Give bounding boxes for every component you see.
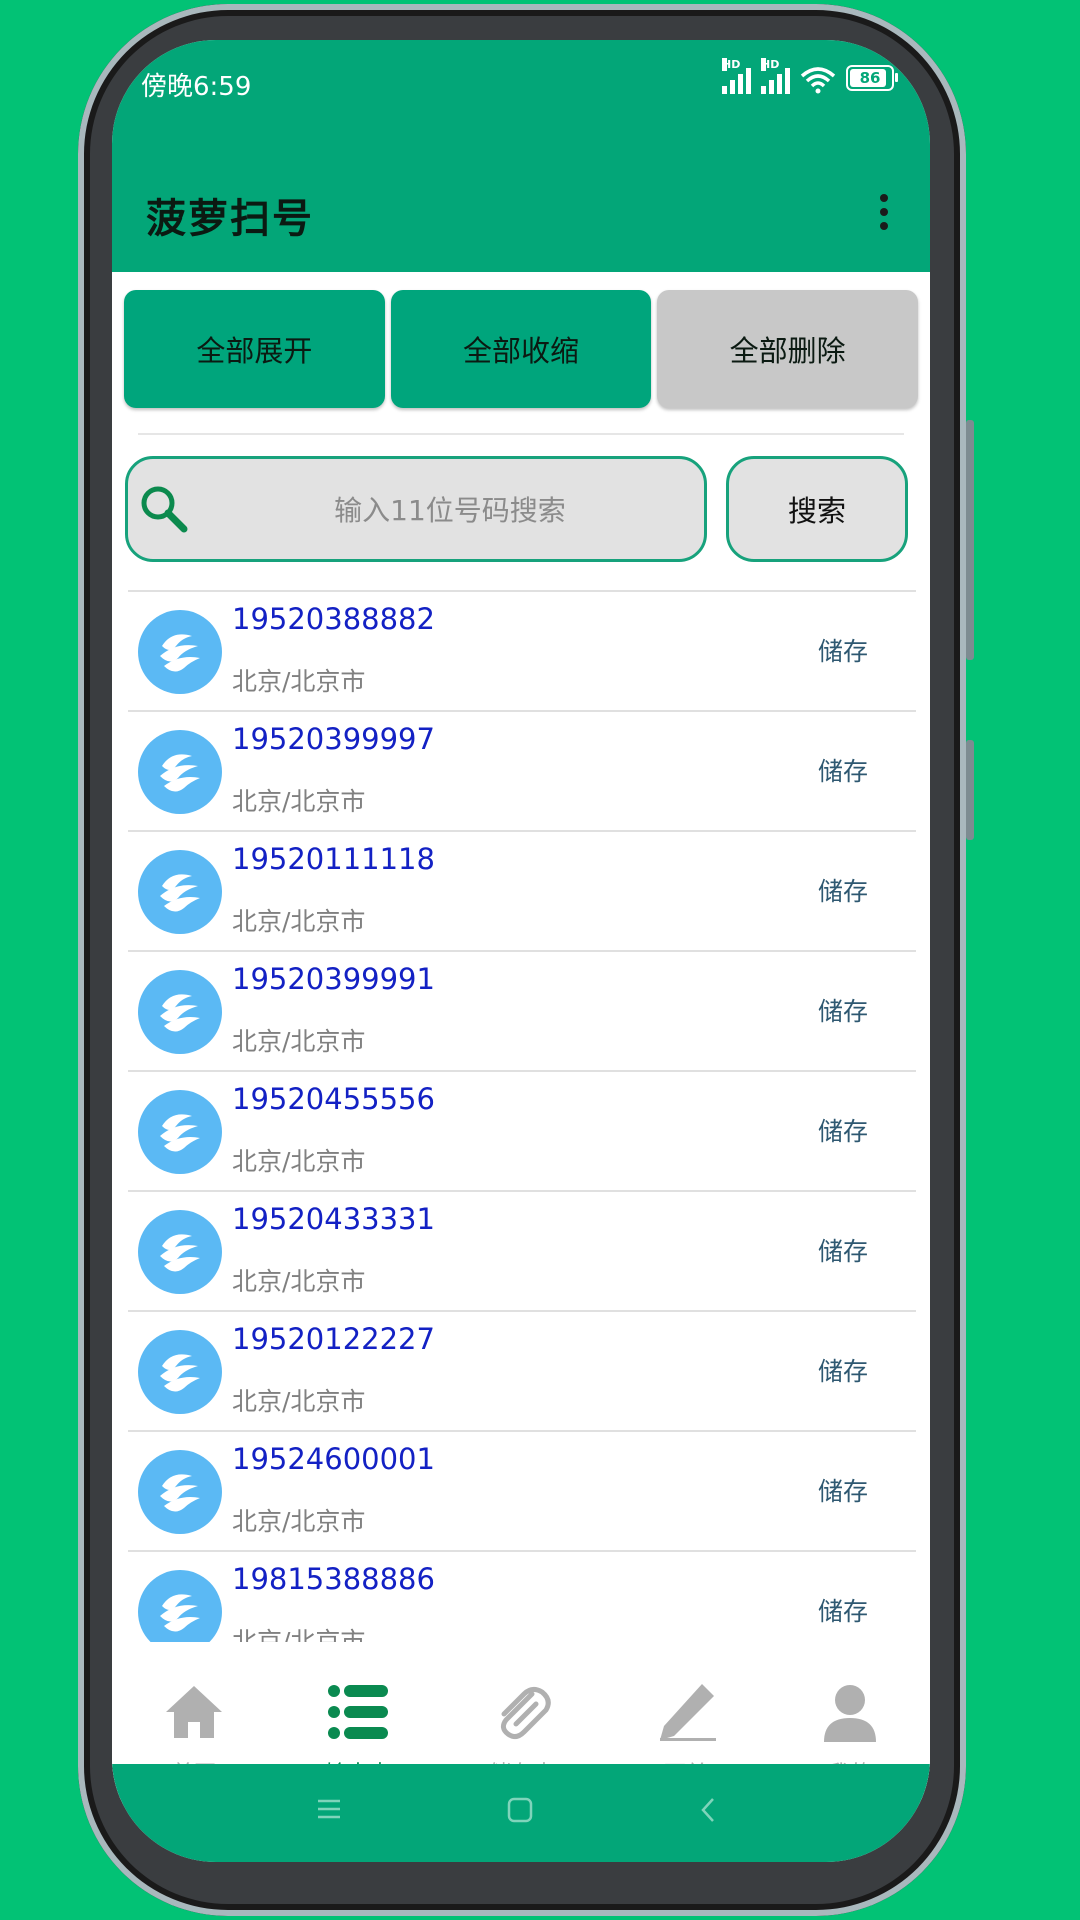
phone-region: 北京/北京市	[232, 1507, 366, 1536]
search-box[interactable]	[125, 456, 707, 562]
system-nav-bar	[112, 1764, 930, 1862]
phone-region: 北京/北京市	[232, 907, 366, 936]
phone-screen: 傍晚6:59 HD HD 86 菠萝扫号 全部展开 全部收缩 全部删除 输入11…	[112, 40, 930, 1862]
home-icon	[166, 1686, 222, 1738]
search-icon	[141, 486, 188, 533]
home-button-icon[interactable]	[506, 1796, 534, 1824]
carrier-logo-icon	[138, 1210, 222, 1294]
phone-region: 北京/北京市	[232, 1027, 366, 1056]
save-button[interactable]: 储存	[818, 1112, 868, 1148]
list-item[interactable]: 19520455556 北京/北京市 储存	[128, 1070, 916, 1190]
collapse-all-button[interactable]: 全部收缩	[390, 290, 652, 408]
menu-icon[interactable]	[316, 1796, 342, 1822]
phone-region: 北京/北京市	[232, 1267, 366, 1296]
carrier-logo-icon	[138, 1330, 222, 1414]
phone-number: 19520433331	[232, 1202, 435, 1236]
app-title: 菠萝扫号	[146, 196, 314, 242]
phone-number: 19815388886	[232, 1562, 435, 1596]
signal-icon: HD	[761, 58, 790, 94]
list-item[interactable]: 19520122227 北京/北京市 储存	[128, 1310, 916, 1430]
hd-label: HD	[761, 58, 780, 71]
phone-number: 19524600001	[232, 1442, 435, 1476]
status-icons: HD HD 86	[722, 58, 898, 94]
phone-number: 19520455556	[232, 1082, 435, 1116]
more-menu-icon[interactable]	[878, 194, 890, 238]
expand-all-button[interactable]: 全部展开	[124, 290, 385, 408]
phone-number: 19520399991	[232, 962, 435, 996]
list-item[interactable]: 19520111118 北京/北京市 储存	[128, 830, 916, 950]
carrier-logo-icon	[138, 970, 222, 1054]
save-button[interactable]: 储存	[818, 1232, 868, 1268]
save-button[interactable]: 储存	[818, 1352, 868, 1388]
search-input[interactable]	[208, 459, 692, 561]
power-button	[966, 740, 974, 840]
phone-number: 19520111118	[232, 842, 435, 876]
save-button[interactable]: 储存	[818, 1472, 868, 1508]
phone-region: 北京/北京市	[232, 667, 366, 696]
number-list: 19520388882 北京/北京市 储存 19520399997 北京/北京市 储存 19…	[128, 590, 916, 1656]
list-item[interactable]: 19815388886北京/北京市储存	[128, 1550, 916, 1656]
save-button[interactable]: 储存	[818, 992, 868, 1028]
save-button[interactable]: 储存	[818, 872, 868, 908]
list-item[interactable]: 19520399997 北京/北京市 储存	[128, 710, 916, 830]
phone-region: 北京/北京市	[232, 1147, 366, 1176]
delete-all-button[interactable]: 全部删除	[657, 290, 919, 408]
carrier-logo-icon	[138, 1450, 222, 1534]
battery-level: 86	[859, 69, 881, 87]
signal-icon: HD	[722, 58, 751, 94]
status-time: 傍晚6:59	[141, 72, 252, 102]
phone-number: 19520388882	[232, 602, 435, 636]
phone-region: 北京/北京市	[232, 787, 366, 816]
person-icon	[824, 1685, 876, 1742]
save-button[interactable]: 储存	[818, 752, 868, 788]
carrier-logo-icon	[138, 850, 222, 934]
list-item[interactable]: 19524600001 北京/北京市 储存	[128, 1430, 916, 1550]
wifi-icon	[800, 67, 836, 94]
list-item[interactable]: 19520433331 北京/北京市 储存	[128, 1190, 916, 1310]
carrier-logo-icon	[138, 730, 222, 814]
volume-button	[966, 420, 974, 660]
back-icon[interactable]	[698, 1796, 718, 1824]
carrier-logo-icon	[138, 610, 222, 694]
app-bar: 菠萝扫号	[112, 164, 930, 272]
phone-number: 19520399997	[232, 722, 435, 756]
action-button-row: 全部展开 全部收缩 全部删除	[124, 290, 919, 408]
phone-region: 北京/北京市	[232, 1387, 366, 1416]
list-item[interactable]: 19520399991 北京/北京市 储存	[128, 950, 916, 1070]
save-button[interactable]: 储存	[818, 632, 868, 668]
save-button[interactable]: 储存	[818, 1592, 868, 1628]
carrier-logo-icon	[138, 1090, 222, 1174]
divider	[138, 433, 904, 435]
list-item[interactable]: 19520388882 北京/北京市 储存	[128, 590, 916, 710]
phone-number: 19520122227	[232, 1322, 435, 1356]
battery-icon: 86	[846, 65, 898, 91]
paperclip-icon	[500, 1686, 551, 1740]
hd-label: HD	[722, 58, 741, 71]
search-button[interactable]: 搜索	[726, 456, 908, 562]
list-icon	[328, 1685, 388, 1739]
status-bar: 傍晚6:59 HD HD 86	[112, 40, 930, 164]
pencil-icon	[660, 1684, 716, 1741]
